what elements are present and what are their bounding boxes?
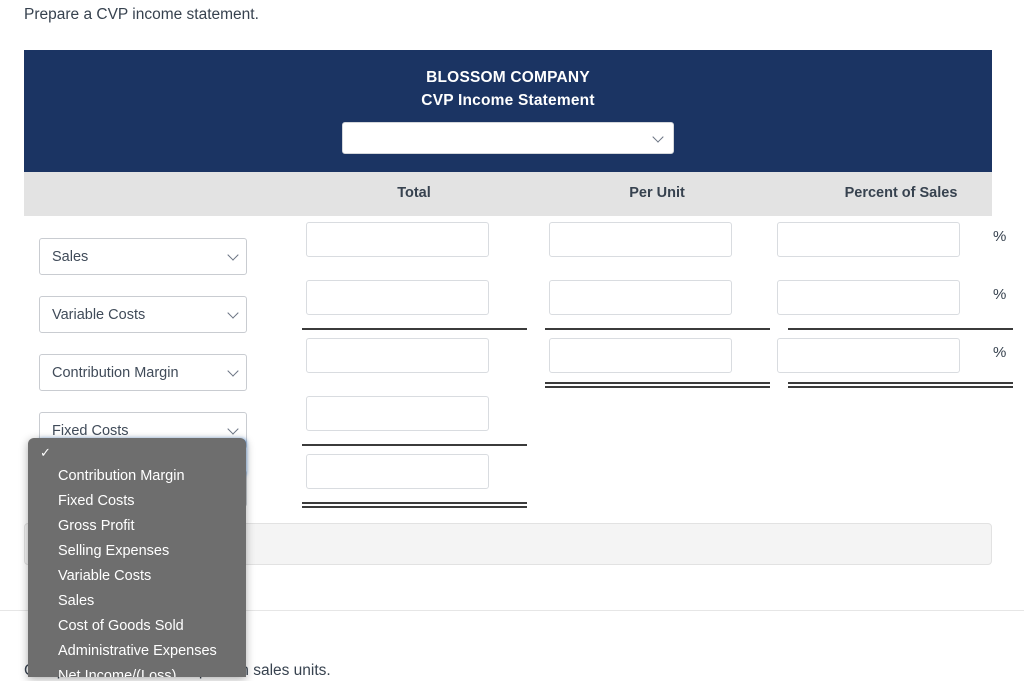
dropdown-option-variable-costs[interactable]: Variable Costs	[28, 564, 246, 589]
row-label-select-1[interactable]: Sales	[39, 238, 247, 275]
input-percent-3[interactable]	[777, 338, 960, 373]
page-title: Prepare a CVP income statement.	[24, 6, 259, 23]
period-select-wrap	[342, 122, 674, 154]
input-percent-1[interactable]	[777, 222, 960, 257]
row-label-select-3[interactable]: Contribution Margin	[39, 354, 247, 391]
period-select[interactable]	[342, 122, 674, 154]
column-header-per-unit: Per Unit	[629, 185, 685, 201]
subtotal-rule-total	[302, 328, 527, 330]
total-rule-percent	[788, 382, 1013, 388]
dropdown-option-fixed-costs[interactable]: Fixed Costs	[28, 489, 246, 514]
table-row: Sales $ $ %	[24, 216, 1006, 275]
input-total-4[interactable]	[306, 396, 489, 431]
total-rule-total	[302, 502, 527, 508]
company-name: BLOSSOM COMPANY	[426, 69, 590, 86]
input-per-unit-3[interactable]	[549, 338, 732, 373]
total-rule-unit	[545, 382, 770, 388]
column-header-row: Total Per Unit Percent of Sales	[24, 172, 992, 216]
input-per-unit-2[interactable]	[549, 280, 732, 315]
dropdown-option-gross-profit[interactable]: Gross Profit	[28, 514, 246, 539]
input-total-2[interactable]	[306, 280, 489, 315]
row-label-select-2[interactable]: Variable Costs	[39, 296, 247, 333]
check-icon: ✓	[40, 445, 51, 460]
statement-title: CVP Income Statement	[421, 92, 595, 109]
subtotal-rule-total-2	[302, 444, 527, 446]
row-label-dropdown-menu[interactable]: ✓ Contribution Margin Fixed Costs Gross …	[28, 438, 246, 677]
input-total-1[interactable]	[306, 222, 489, 257]
column-header-percent-of-sales: Percent of Sales	[844, 185, 958, 201]
table-row: Variable Costs %	[24, 274, 1006, 333]
dropdown-option-net-income-loss[interactable]: Net Income/(Loss)	[28, 664, 246, 677]
subtotal-rule-percent	[788, 328, 1013, 330]
dropdown-option-blank[interactable]: ✓	[28, 442, 246, 464]
percent-symbol-3: %	[993, 344, 1007, 361]
column-header-total: Total	[397, 185, 431, 201]
statement-header: BLOSSOM COMPANY CVP Income Statement	[24, 50, 992, 172]
input-percent-2[interactable]	[777, 280, 960, 315]
subtotal-rule-unit	[545, 328, 770, 330]
dropdown-option-selling-expenses[interactable]: Selling Expenses	[28, 539, 246, 564]
dropdown-option-contribution-margin[interactable]: Contribution Margin	[28, 464, 246, 489]
dropdown-option-sales[interactable]: Sales	[28, 589, 246, 614]
input-total-5[interactable]	[306, 454, 489, 489]
input-total-3[interactable]	[306, 338, 489, 373]
input-per-unit-1[interactable]	[549, 222, 732, 257]
dropdown-option-administrative-expenses[interactable]: Administrative Expenses	[28, 639, 246, 664]
dropdown-option-cost-of-goods-sold[interactable]: Cost of Goods Sold	[28, 614, 246, 639]
percent-symbol-2: %	[993, 286, 1007, 303]
percent-symbol-1: %	[993, 228, 1007, 245]
